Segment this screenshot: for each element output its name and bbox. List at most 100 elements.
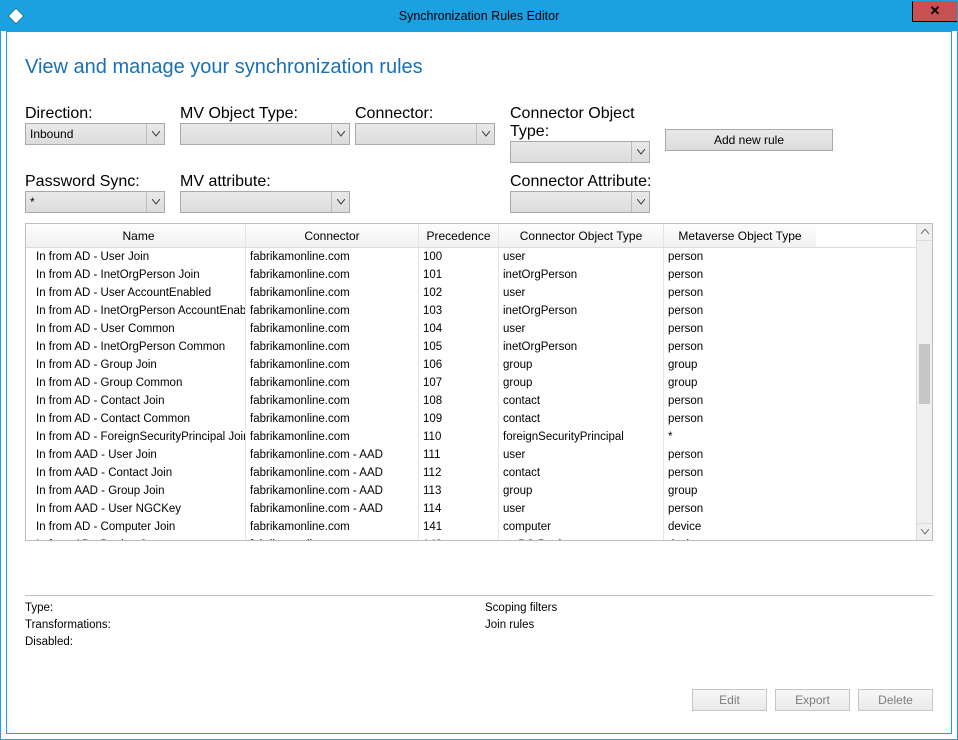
cell-cot: inetOrgPerson [499, 266, 664, 284]
table-row[interactable]: In from AD - InetOrgPerson Commonfabrika… [26, 338, 916, 356]
cell-mot: group [664, 374, 816, 392]
mv-attribute-combo[interactable] [180, 191, 350, 213]
cell-cot: contact [499, 410, 664, 428]
mv-object-type-combo[interactable] [180, 123, 350, 145]
cell-precedence: 108 [419, 392, 499, 410]
cell-mot: person [664, 302, 816, 320]
connector-object-type-combo[interactable] [510, 141, 650, 163]
table-row[interactable]: In from AAD - User Joinfabrikamonline.co… [26, 446, 916, 464]
cell-precedence: 102 [419, 284, 499, 302]
table-row[interactable]: In from AD - InetOrgPerson AccountEnable… [26, 302, 916, 320]
cell-connector: fabrikamonline.com - AAD [246, 482, 419, 500]
delete-button[interactable]: Delete [858, 689, 933, 711]
vertical-scrollbar[interactable] [916, 224, 932, 540]
cell-mot: person [664, 266, 816, 284]
table-row[interactable]: In from AD - Device Commonfabrikamonline… [26, 536, 916, 540]
cell-connector: fabrikamonline.com - AAD [246, 464, 419, 482]
password-sync-label: Password Sync: [25, 173, 180, 191]
cell-name: In from AD - Computer Join [26, 518, 246, 536]
detail-scoping-filters: Scoping filters [485, 600, 557, 617]
table-row[interactable]: In from AD - Contact Joinfabrikamonline.… [26, 392, 916, 410]
page-title: View and manage your synchronization rul… [25, 56, 933, 79]
cell-name: In from AAD - User Join [26, 446, 246, 464]
cell-precedence: 105 [419, 338, 499, 356]
scroll-up-button[interactable] [917, 224, 932, 241]
cell-mot: person [664, 338, 816, 356]
table-row[interactable]: In from AD - InetOrgPerson Joinfabrikamo… [26, 266, 916, 284]
details-panel: Type: Transformations: Disabled: Scoping… [25, 600, 933, 651]
cell-cot: contact [499, 392, 664, 410]
table-row[interactable]: In from AD - User Joinfabrikamonline.com… [26, 248, 916, 266]
cell-precedence: 103 [419, 302, 499, 320]
cell-cot: inetOrgPerson [499, 338, 664, 356]
table-row[interactable]: In from AD - User AccountEnabledfabrikam… [26, 284, 916, 302]
cell-name: In from AD - Group Common [26, 374, 246, 392]
password-sync-combo[interactable]: * [25, 191, 165, 213]
cell-cot: user [499, 320, 664, 338]
cell-connector: fabrikamonline.com [246, 338, 419, 356]
action-buttons: Edit Export Delete [692, 689, 933, 711]
grid-body: In from AD - User Joinfabrikamonline.com… [26, 248, 916, 540]
cell-name: In from AD - Contact Join [26, 392, 246, 410]
connector-combo[interactable] [355, 123, 495, 145]
client-area: View and manage your synchronization rul… [6, 31, 952, 734]
scroll-down-button[interactable] [917, 523, 932, 540]
close-button[interactable]: ✕ [912, 1, 957, 22]
col-header-precedence[interactable]: Precedence [419, 224, 499, 247]
cell-mot: person [664, 248, 816, 266]
table-row[interactable]: In from AAD - Contact Joinfabrikamonline… [26, 464, 916, 482]
col-header-connector[interactable]: Connector [246, 224, 419, 247]
app-window: Synchronization Rules Editor ✕ View and … [0, 0, 958, 740]
cell-cot: inetOrgPerson [499, 302, 664, 320]
cell-connector: fabrikamonline.com [246, 374, 419, 392]
table-row[interactable]: In from AAD - User NGCKeyfabrikamonline.… [26, 500, 916, 518]
chevron-down-icon [331, 124, 349, 144]
table-row[interactable]: In from AAD - Group Joinfabrikamonline.c… [26, 482, 916, 500]
table-row[interactable]: In from AD - ForeignSecurityPrincipal Jo… [26, 428, 916, 446]
col-header-cot[interactable]: Connector Object Type [499, 224, 664, 247]
chevron-down-icon [146, 124, 164, 144]
connector-label: Connector: [355, 105, 510, 123]
cell-name: In from AD - Group Join [26, 356, 246, 374]
cell-precedence: 101 [419, 266, 499, 284]
cell-mot: person [664, 284, 816, 302]
cell-precedence: 143 [419, 536, 499, 540]
connector-attribute-combo[interactable] [510, 191, 650, 213]
cell-precedence: 107 [419, 374, 499, 392]
export-button[interactable]: Export [775, 689, 850, 711]
table-row[interactable]: In from AD - Group Commonfabrikamonline.… [26, 374, 916, 392]
title-bar: Synchronization Rules Editor ✕ [1, 1, 957, 31]
cell-mot: device [664, 518, 816, 536]
cell-cot: user [499, 284, 664, 302]
chevron-down-icon [331, 192, 349, 212]
col-header-name[interactable]: Name [26, 224, 246, 247]
detail-join-rules: Join rules [485, 617, 557, 634]
export-label: Export [795, 693, 830, 707]
direction-combo[interactable]: Inbound [25, 123, 165, 145]
cell-mot: person [664, 320, 816, 338]
cell-mot: person [664, 464, 816, 482]
rules-grid[interactable]: Name Connector Precedence Connector Obje… [25, 223, 933, 541]
add-new-rule-label: Add new rule [714, 133, 784, 147]
table-row[interactable]: In from AD - Group Joinfabrikamonline.co… [26, 356, 916, 374]
table-row[interactable]: In from AD - Contact Commonfabrikamonlin… [26, 410, 916, 428]
cell-precedence: 104 [419, 320, 499, 338]
table-row[interactable]: In from AD - User Commonfabrikamonline.c… [26, 320, 916, 338]
add-new-rule-button[interactable]: Add new rule [665, 129, 833, 151]
window-title: Synchronization Rules Editor [1, 9, 957, 23]
col-header-mot[interactable]: Metaverse Object Type [664, 224, 816, 247]
cell-connector: fabrikamonline.com [246, 302, 419, 320]
cell-connector: fabrikamonline.com - AAD [246, 500, 419, 518]
edit-button[interactable]: Edit [692, 689, 767, 711]
cell-precedence: 114 [419, 500, 499, 518]
cell-connector: fabrikamonline.com [246, 518, 419, 536]
chevron-down-icon [476, 124, 494, 144]
cell-mot: person [664, 500, 816, 518]
chevron-down-icon [146, 192, 164, 212]
cell-mot: person [664, 446, 816, 464]
cell-cot: group [499, 374, 664, 392]
table-row[interactable]: In from AD - Computer Joinfabrikamonline… [26, 518, 916, 536]
direction-value: Inbound [30, 127, 73, 141]
scroll-thumb[interactable] [919, 344, 930, 404]
cell-cot: group [499, 356, 664, 374]
